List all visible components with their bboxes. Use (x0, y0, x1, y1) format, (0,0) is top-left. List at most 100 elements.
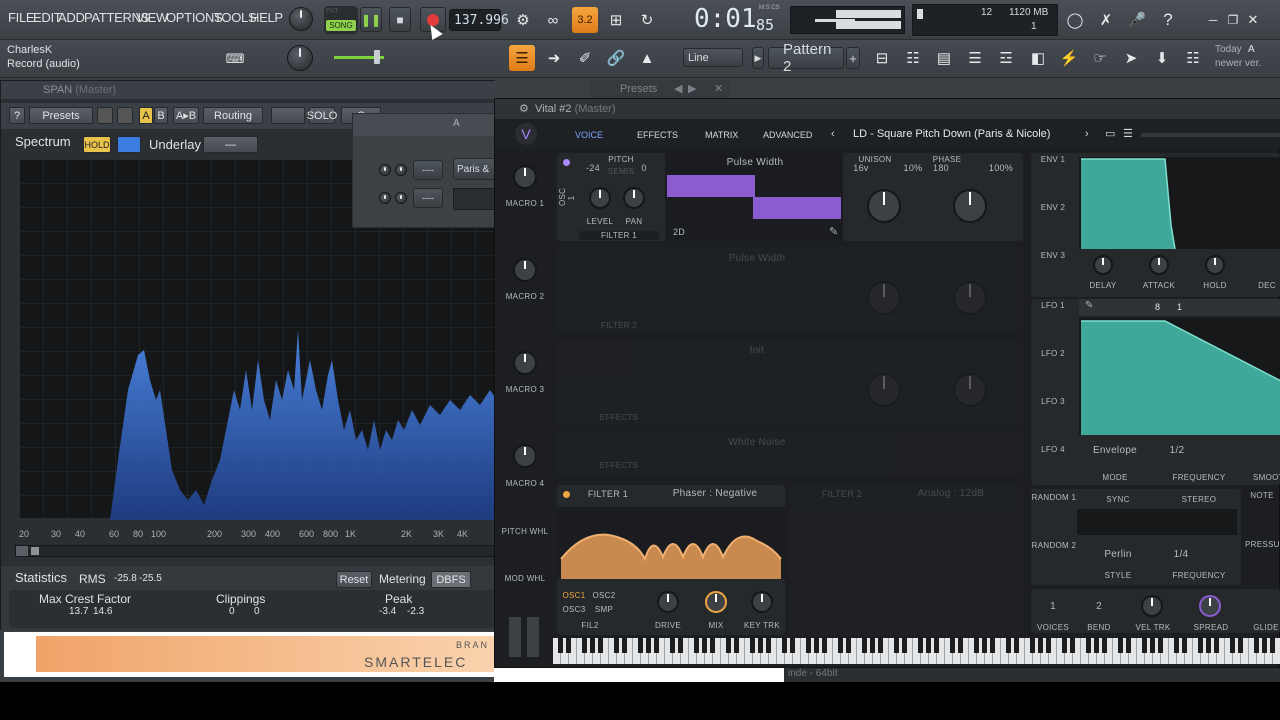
random-display[interactable] (1077, 509, 1237, 535)
black-key[interactable] (1102, 638, 1107, 653)
send-icon[interactable]: ➤ (1118, 45, 1144, 71)
blend-notes-icon[interactable]: ⊞ (603, 7, 629, 33)
black-key[interactable] (702, 638, 707, 653)
scroll-thumb[interactable] (31, 547, 39, 555)
black-key[interactable] (782, 638, 787, 653)
tempo-display[interactable]: 137.996 (449, 9, 509, 31)
hold-knob[interactable] (1205, 255, 1225, 275)
project-icon[interactable]: ◧ (1025, 45, 1051, 71)
touch-icon[interactable]: ☞ (1087, 45, 1113, 71)
lfo-mode[interactable]: Envelope (1079, 445, 1151, 456)
black-key[interactable] (1046, 638, 1051, 653)
osc3-wavetable[interactable]: Init (697, 345, 817, 356)
random-frequency[interactable]: 1/4 (1161, 549, 1201, 560)
black-key[interactable] (1206, 638, 1211, 653)
menu-view[interactable]: VIEW (136, 10, 168, 25)
vital-title-bar[interactable]: ⚙ Vital #2 (Master) (495, 99, 1280, 119)
preset-name[interactable]: LD - Square Pitch Down (Paris & Nicole) (853, 128, 1050, 140)
black-key[interactable] (1038, 638, 1043, 653)
black-key[interactable] (638, 638, 643, 653)
black-key[interactable] (1118, 638, 1123, 653)
stamp-icon[interactable]: ▲ (634, 45, 660, 71)
lfo-grid-y[interactable]: 1 (1177, 302, 1182, 312)
voices-value[interactable]: 1 (1043, 601, 1063, 612)
black-key[interactable] (1198, 638, 1203, 653)
black-key[interactable] (1142, 638, 1147, 653)
master-volume-knob[interactable] (289, 7, 313, 31)
black-key[interactable] (926, 638, 931, 653)
toolbar-button-2[interactable] (117, 107, 133, 124)
black-key[interactable] (982, 638, 987, 653)
preset-prev-icon[interactable]: ‹ (831, 128, 835, 140)
floating-knob[interactable] (395, 192, 407, 204)
song-pat-switch[interactable]: PAT SONG (324, 6, 358, 34)
close-icon[interactable]: ✕ (1240, 7, 1266, 33)
black-key[interactable] (902, 638, 907, 653)
black-key[interactable] (1254, 638, 1259, 653)
black-key[interactable] (958, 638, 963, 653)
gear-icon[interactable]: ⚙ (519, 99, 529, 119)
black-key[interactable] (1230, 638, 1235, 653)
black-key[interactable] (1214, 638, 1219, 653)
black-key[interactable] (734, 638, 739, 653)
phase-percent[interactable]: 100% (987, 163, 1015, 173)
pitch-high[interactable]: 0 (637, 163, 651, 173)
wait-input-icon[interactable]: ∞ (540, 7, 566, 33)
edit-icon[interactable]: ✎ (829, 225, 838, 238)
menu-help[interactable]: HELP (250, 10, 283, 25)
black-key[interactable] (694, 638, 699, 653)
filter2-type[interactable]: Analog : 12dB (891, 488, 1011, 499)
black-key[interactable] (558, 638, 563, 653)
osc2-wavetable[interactable]: Pulse Width (697, 253, 817, 264)
tab-voice[interactable]: VOICE (575, 130, 603, 140)
random-sync[interactable]: SYNC (1083, 495, 1153, 504)
mixer-icon[interactable]: ☰ (962, 45, 988, 71)
black-key[interactable] (974, 638, 979, 653)
osc2-phase-knob[interactable] (953, 281, 987, 315)
osc1-power-toggle[interactable] (563, 159, 570, 166)
news-line2[interactable]: newer ver. (1215, 58, 1261, 69)
env2-tab[interactable]: ENV 2 (1035, 203, 1071, 212)
noise-destination[interactable]: EFFECTS (579, 461, 659, 470)
black-key[interactable] (622, 638, 627, 653)
black-key[interactable] (1262, 638, 1267, 653)
pattern-prev-button[interactable]: ▶ (752, 47, 764, 69)
help-button[interactable]: ? (9, 107, 25, 124)
lfo2-tab[interactable]: LFO 2 (1035, 349, 1071, 358)
black-key[interactable] (1182, 638, 1187, 653)
black-key[interactable] (566, 638, 571, 653)
floating-knob[interactable] (379, 164, 391, 176)
macro-2-knob[interactable] (513, 258, 537, 282)
black-key[interactable] (806, 638, 811, 653)
help-icon[interactable]: ? (1155, 7, 1181, 33)
osc3-unison-knob[interactable] (867, 373, 901, 407)
black-key[interactable] (1030, 638, 1035, 653)
env3-tab[interactable]: ENV 3 (1035, 251, 1071, 260)
floating-knob[interactable] (379, 192, 391, 204)
arrow-right-icon[interactable]: ▶ (688, 80, 696, 98)
master-volume-slider[interactable] (334, 50, 384, 64)
reset-button[interactable]: Reset (336, 571, 372, 588)
floating-dark-field[interactable] (453, 188, 498, 210)
random-style[interactable]: Perlin (1083, 549, 1153, 560)
black-key[interactable] (582, 638, 587, 653)
tab-advanced[interactable]: ADVANCED (763, 130, 812, 140)
floating-preset-field[interactable]: Paris & (453, 158, 498, 180)
song-time[interactable]: 0:01 (694, 4, 757, 34)
black-key[interactable] (870, 638, 875, 653)
black-key[interactable] (670, 638, 675, 653)
lfo4-tab[interactable]: LFO 4 (1035, 445, 1071, 454)
keyboard-icon[interactable]: ⌨ (222, 46, 248, 72)
bend-value[interactable]: 2 (1089, 601, 1109, 612)
b-button[interactable]: B (154, 107, 168, 124)
pitch-wheel[interactable] (509, 617, 521, 657)
black-key[interactable] (790, 638, 795, 653)
floating-field[interactable]: ---- (413, 160, 443, 180)
snap-selector[interactable]: Line (683, 48, 743, 67)
arrow-left-icon[interactable]: ◀ (674, 80, 682, 98)
filter-osc3-route[interactable]: OSC3 (561, 605, 587, 614)
loop-record-icon[interactable]: ↻ (634, 7, 660, 33)
black-key[interactable] (1158, 638, 1163, 653)
black-key[interactable] (1062, 638, 1067, 653)
lfo1-tab[interactable]: LFO 1 (1035, 301, 1071, 310)
